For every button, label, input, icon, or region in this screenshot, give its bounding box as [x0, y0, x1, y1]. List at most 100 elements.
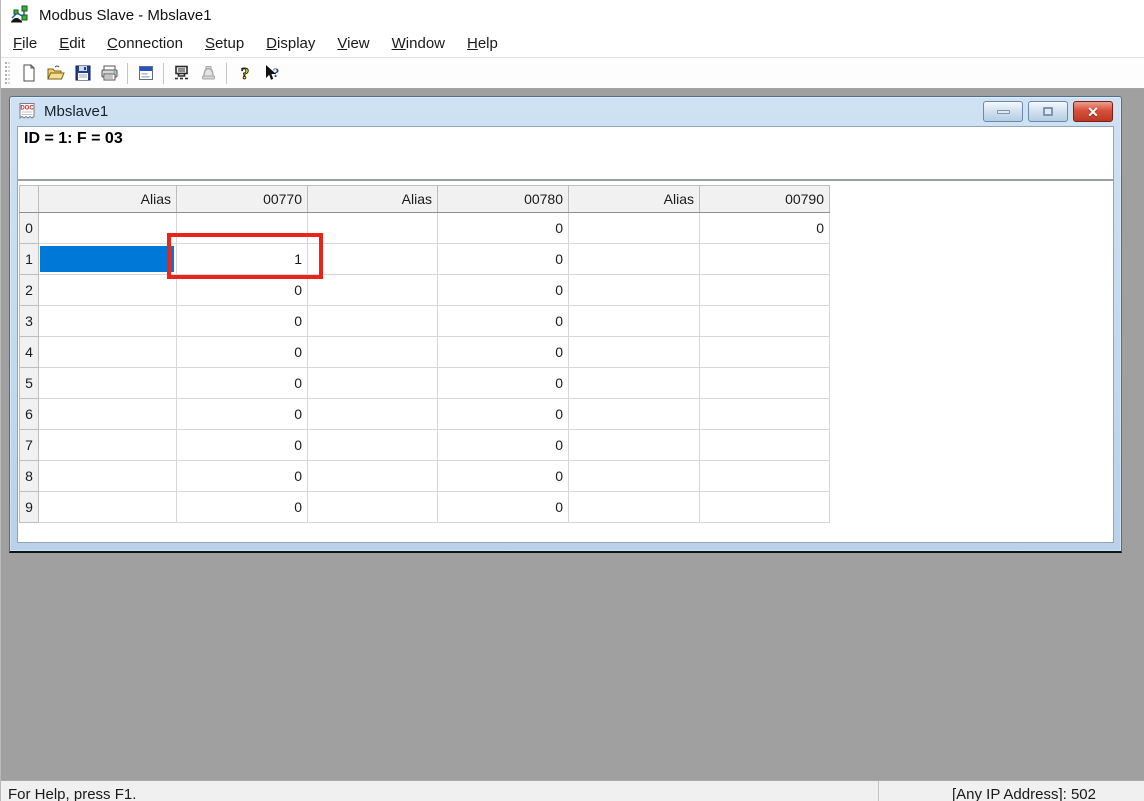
register-value-cell[interactable]: 0: [700, 213, 830, 244]
register-value-cell[interactable]: 0: [177, 337, 308, 368]
toolbar-grip[interactable]: [5, 62, 10, 84]
child-window-controls: ✕: [983, 101, 1113, 122]
alias-cell[interactable]: [308, 492, 438, 523]
display-communication-button[interactable]: [168, 61, 195, 86]
column-header-00780[interactable]: 00780: [438, 186, 569, 213]
menu-edit[interactable]: Edit: [48, 31, 96, 56]
alias-cell[interactable]: [569, 244, 700, 275]
register-value-cell[interactable]: 0: [438, 306, 569, 337]
new-file-button[interactable]: [15, 61, 42, 86]
alias-cell[interactable]: [569, 213, 700, 244]
register-value-cell[interactable]: [700, 430, 830, 461]
child-titlebar[interactable]: DOC Mbslave1 ✕: [17, 97, 1114, 126]
print-button[interactable]: [96, 61, 123, 86]
register-value-cell[interactable]: [700, 368, 830, 399]
column-header-alias[interactable]: Alias: [39, 186, 177, 213]
menu-window[interactable]: Window: [381, 31, 456, 56]
alias-cell[interactable]: [39, 275, 177, 306]
register-value-cell[interactable]: 0: [177, 368, 308, 399]
register-value-cell[interactable]: 0: [438, 399, 569, 430]
alias-cell[interactable]: [39, 399, 177, 430]
alias-cell[interactable]: [569, 306, 700, 337]
row-header[interactable]: 7: [20, 430, 39, 461]
alias-cell[interactable]: [308, 244, 438, 275]
alias-cell[interactable]: [308, 306, 438, 337]
menu-setup[interactable]: Setup: [194, 31, 255, 56]
menu-file[interactable]: File: [2, 31, 48, 56]
register-value-cell[interactable]: [700, 337, 830, 368]
save-button[interactable]: [69, 61, 96, 86]
help-button[interactable]: ?: [231, 61, 258, 86]
slave-definition-button[interactable]: [132, 61, 159, 86]
register-value-cell[interactable]: 0: [438, 461, 569, 492]
context-help-button[interactable]: ?: [258, 61, 285, 86]
alias-cell[interactable]: [39, 430, 177, 461]
alias-cell[interactable]: [39, 244, 177, 275]
close-button[interactable]: ✕: [1073, 101, 1113, 122]
alias-cell[interactable]: [308, 275, 438, 306]
alias-cell[interactable]: [308, 213, 438, 244]
alias-cell[interactable]: [39, 461, 177, 492]
row-header[interactable]: 8: [20, 461, 39, 492]
alias-cell[interactable]: [308, 399, 438, 430]
row-header[interactable]: 0: [20, 213, 39, 244]
row-header[interactable]: 9: [20, 492, 39, 523]
register-value-cell[interactable]: 0: [438, 244, 569, 275]
register-value-cell[interactable]: 0: [177, 492, 308, 523]
alias-cell[interactable]: [569, 492, 700, 523]
column-header-00790[interactable]: 00790: [700, 186, 830, 213]
alias-cell[interactable]: [569, 461, 700, 492]
register-value-cell[interactable]: 0: [177, 275, 308, 306]
menu-connection[interactable]: Connection: [96, 31, 194, 56]
alias-cell[interactable]: [569, 337, 700, 368]
menu-help[interactable]: Help: [456, 31, 509, 56]
register-value-cell[interactable]: 0: [177, 430, 308, 461]
register-value-cell[interactable]: [700, 492, 830, 523]
row-header[interactable]: 5: [20, 368, 39, 399]
alias-cell[interactable]: [39, 306, 177, 337]
alias-cell[interactable]: [308, 368, 438, 399]
row-header[interactable]: 2: [20, 275, 39, 306]
menu-display[interactable]: Display: [255, 31, 326, 56]
alias-cell[interactable]: [39, 213, 177, 244]
menu-bar: File Edit Connection Setup Display View …: [1, 30, 1144, 58]
column-header-00770[interactable]: 00770: [177, 186, 308, 213]
register-value-cell[interactable]: 0: [438, 337, 569, 368]
register-value-cell[interactable]: [700, 275, 830, 306]
register-value-cell[interactable]: [700, 244, 830, 275]
alias-cell[interactable]: [39, 492, 177, 523]
register-value-cell[interactable]: 0: [177, 306, 308, 337]
register-value-cell[interactable]: 0: [438, 275, 569, 306]
alias-cell[interactable]: [39, 368, 177, 399]
restore-button[interactable]: [1028, 101, 1068, 122]
row-header[interactable]: 4: [20, 337, 39, 368]
column-header-alias[interactable]: Alias: [569, 186, 700, 213]
register-value-cell[interactable]: 0: [438, 492, 569, 523]
alias-cell[interactable]: [569, 399, 700, 430]
open-file-button[interactable]: [42, 61, 69, 86]
row-header[interactable]: 6: [20, 399, 39, 430]
alias-cell[interactable]: [39, 337, 177, 368]
alias-cell[interactable]: [569, 430, 700, 461]
register-value-cell[interactable]: 0: [438, 430, 569, 461]
alias-cell[interactable]: [308, 430, 438, 461]
register-value-cell[interactable]: [177, 213, 308, 244]
minimize-button[interactable]: [983, 101, 1023, 122]
register-value-cell[interactable]: 0: [177, 461, 308, 492]
register-value-cell[interactable]: 0: [177, 399, 308, 430]
register-value-cell[interactable]: 0: [438, 368, 569, 399]
row-header[interactable]: 3: [20, 306, 39, 337]
column-header-alias[interactable]: Alias: [308, 186, 438, 213]
register-value-cell[interactable]: [700, 461, 830, 492]
restore-icon: [1043, 107, 1053, 116]
register-value-cell[interactable]: 0: [438, 213, 569, 244]
alias-cell[interactable]: [308, 461, 438, 492]
alias-cell[interactable]: [569, 368, 700, 399]
alias-cell[interactable]: [569, 275, 700, 306]
register-value-cell[interactable]: [700, 306, 830, 337]
alias-cell[interactable]: [308, 337, 438, 368]
menu-view[interactable]: View: [326, 31, 380, 56]
register-value-cell[interactable]: 1: [177, 244, 308, 275]
register-value-cell[interactable]: [700, 399, 830, 430]
row-header[interactable]: 1: [20, 244, 39, 275]
